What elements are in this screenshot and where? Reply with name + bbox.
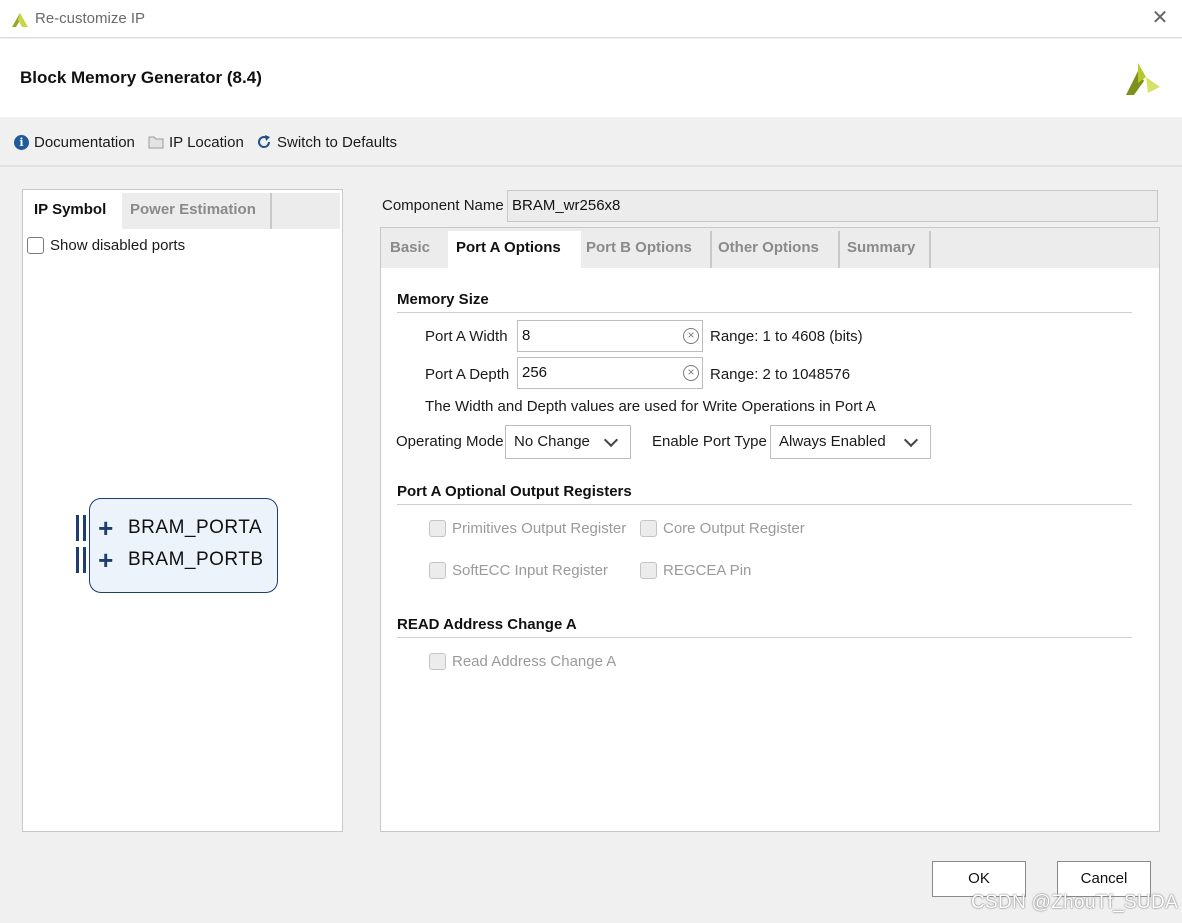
port-label: BRAM_PORTA <box>128 517 263 538</box>
port-bram-portb[interactable]: + BRAM_PORTB <box>76 547 264 573</box>
ip-location-button[interactable]: IP Location <box>148 131 244 153</box>
operating-mode-value: No Change <box>514 433 590 450</box>
port-label: BRAM_PORTB <box>128 549 264 570</box>
xilinx-logo-icon <box>12 13 28 27</box>
tab-strip <box>272 193 340 229</box>
chevron-down-icon <box>603 432 619 448</box>
regcea-pin-checkbox[interactable]: REGCEA Pin <box>640 562 751 579</box>
option-label: SoftECC Input Register <box>452 562 608 579</box>
core-output-register-checkbox[interactable]: Core Output Register <box>640 520 805 537</box>
softecc-input-register-checkbox[interactable]: SoftECC Input Register <box>429 562 608 579</box>
tab-port-a-options[interactable]: Port A Options <box>448 231 581 268</box>
page-title: Block Memory Generator (8.4) <box>20 68 262 87</box>
option-label: REGCEA Pin <box>663 562 752 579</box>
output-registers-heading: Port A Optional Output Registers <box>397 483 632 500</box>
option-label: Read Address Change A <box>452 653 617 670</box>
checkbox-box[interactable] <box>640 520 657 537</box>
checkbox-box[interactable] <box>429 653 446 670</box>
enable-port-type-label: Enable Port Type <box>652 433 767 450</box>
option-label: Core Output Register <box>663 520 805 537</box>
enable-port-type-value: Always Enabled <box>779 433 886 450</box>
port-a-depth-input[interactable]: 256 <box>517 357 703 389</box>
refresh-icon <box>258 135 271 148</box>
documentation-label: Documentation <box>34 133 135 151</box>
component-name-field[interactable]: BRAM_wr256x8 <box>507 190 1158 222</box>
window-title: Re-customize IP <box>35 10 146 27</box>
info-icon: i <box>14 134 29 150</box>
tab-ip-symbol[interactable]: IP Symbol <box>26 193 122 229</box>
port-bram-porta[interactable]: + BRAM_PORTA <box>76 515 262 541</box>
checkbox-box[interactable] <box>429 562 446 579</box>
checkbox-box[interactable] <box>640 562 657 579</box>
port-a-width-input[interactable]: 8 <box>517 320 703 352</box>
enable-port-type-select[interactable]: Always Enabled <box>770 425 931 459</box>
divider <box>397 504 1132 505</box>
close-icon[interactable]: ✕ <box>1150 8 1170 28</box>
show-disabled-ports-label: Show disabled ports <box>50 237 186 254</box>
checkbox-box[interactable] <box>429 520 446 537</box>
checkbox-box[interactable] <box>27 237 44 254</box>
switch-defaults-button[interactable]: Switch to Defaults <box>256 131 397 153</box>
clear-icon[interactable]: × <box>683 365 699 381</box>
switch-defaults-label: Switch to Defaults <box>277 133 398 151</box>
divider <box>397 637 1132 638</box>
port-a-depth-value: 256 <box>522 364 548 381</box>
chevron-down-icon <box>903 432 919 448</box>
tab-other-options[interactable]: Other Options <box>710 231 840 268</box>
component-name-label: Component Name <box>382 197 504 214</box>
memory-size-heading: Memory Size <box>397 291 489 308</box>
primitives-output-register-checkbox[interactable]: Primitives Output Register <box>429 520 626 537</box>
watermark: CSDN @ZhouTf_SUDA <box>971 892 1179 913</box>
clear-icon[interactable]: × <box>683 328 699 344</box>
port-a-width-label: Port A Width <box>425 328 508 345</box>
bus-icon <box>76 547 86 573</box>
title-bar <box>0 0 1182 38</box>
operating-mode-select[interactable]: No Change <box>505 425 631 459</box>
tab-summary[interactable]: Summary <box>839 231 931 268</box>
width-depth-note: The Width and Depth values are used for … <box>425 398 876 415</box>
read-address-heading: READ Address Change A <box>397 616 577 633</box>
tab-power-estimation[interactable]: Power Estimation <box>122 193 272 229</box>
option-label: Primitives Output Register <box>452 520 627 537</box>
port-a-depth-range: Range: 2 to 1048576 <box>710 366 851 383</box>
brand-logo-icon <box>1126 63 1160 95</box>
plus-icon[interactable]: + <box>94 547 118 573</box>
show-disabled-ports-checkbox[interactable]: Show disabled ports <box>27 237 185 254</box>
operating-mode-label: Operating Mode <box>396 433 504 450</box>
divider <box>0 165 1182 167</box>
port-a-width-value: 8 <box>522 327 531 344</box>
port-a-width-range: Range: 1 to 4608 (bits) <box>710 328 863 345</box>
ip-symbol-block <box>89 498 278 593</box>
read-address-change-checkbox[interactable]: Read Address Change A <box>429 653 616 670</box>
folder-icon <box>148 136 164 149</box>
ip-location-label: IP Location <box>169 133 244 151</box>
header: Block Memory Generator (8.4) <box>0 39 1182 117</box>
tab-port-b-options[interactable]: Port B Options <box>578 231 712 268</box>
tab-basic[interactable]: Basic <box>382 231 450 268</box>
port-a-depth-label: Port A Depth <box>425 366 510 383</box>
bus-icon <box>76 515 86 541</box>
divider <box>397 312 1132 313</box>
documentation-button[interactable]: i Documentation <box>14 131 135 153</box>
plus-icon[interactable]: + <box>94 515 118 541</box>
